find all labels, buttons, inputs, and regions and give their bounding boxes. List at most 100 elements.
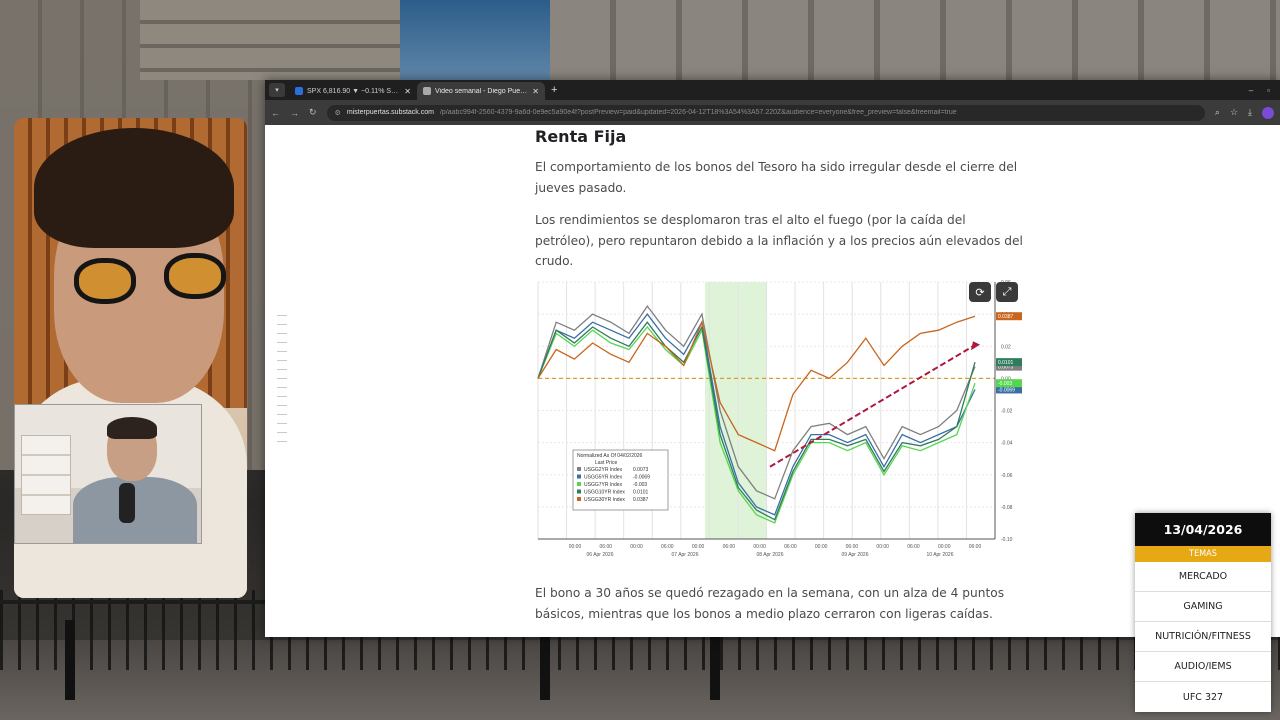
x-tick-label: 00:00 (630, 544, 643, 550)
tab-search-menu-icon[interactable]: ▾ (269, 83, 285, 97)
tab-title: Video semanal - Diego Puertas (435, 87, 529, 95)
legend-value: -0.003 (633, 482, 647, 488)
topics-panel: 13/04/2026 TEMAS MERCADO GAMING NUTRICIÓ… (1135, 513, 1271, 712)
y-tick-label: 0.02 (1001, 344, 1011, 350)
legend-value: -0.0069 (633, 475, 650, 481)
x-date-label: 09 Apr 2026 (842, 552, 869, 558)
x-tick-label: 00:00 (815, 544, 828, 550)
legend-swatch (577, 482, 581, 486)
tab-spx[interactable]: SPX 6,816.90 ▼ −0.11% Sector… ✕ (289, 82, 417, 100)
legend-swatch (577, 467, 581, 471)
refresh-icon[interactable]: ⟳ (969, 282, 991, 302)
x-tick-label: 06:00 (600, 544, 613, 550)
x-tick-label: 06:00 (969, 544, 982, 550)
y-tick-label: -0.10 (1001, 537, 1013, 543)
tab-title: SPX 6,816.90 ▼ −0.11% Sector… (307, 87, 400, 95)
topic-item: UFC 327 (1182, 691, 1224, 703)
download-icon[interactable]: ⤓ (1248, 107, 1252, 118)
section-heading: Renta Fija (535, 127, 627, 146)
legend-value: 0.0101 (633, 490, 649, 496)
topics-label: TEMAS (1135, 546, 1271, 562)
last-value-label: 0.0387 (998, 314, 1014, 320)
window-controls: – ▫ (1249, 86, 1280, 95)
topic-item: AUDIO/IEMS (1135, 652, 1271, 682)
chart-favicon-icon (295, 87, 303, 95)
glasses-lens (74, 258, 136, 304)
back-icon[interactable]: ← (271, 108, 280, 118)
substack-favicon-icon (423, 87, 431, 95)
expand-icon[interactable]: ⤢ (996, 282, 1018, 302)
building-left-upper (140, 0, 410, 80)
article-paragraph: El comportamiento de los bonos del Tesor… (535, 160, 1018, 195)
shelf (21, 435, 71, 515)
legend-value: 0.0387 (633, 497, 649, 503)
new-tab-icon[interactable]: + (551, 84, 557, 96)
chart-background (535, 274, 1030, 559)
topic-item: GAMING (1135, 592, 1271, 622)
legend-swatch (577, 489, 581, 494)
y-tick-label: -0.06 (1001, 473, 1013, 479)
hair (107, 417, 157, 439)
legend-subtitle: Last Price (595, 460, 617, 466)
y-tick-label: -0.08 (1001, 505, 1013, 511)
forward-icon[interactable]: → (290, 108, 299, 118)
x-tick-label: 00:00 (938, 544, 951, 550)
browser-window: ▾ SPX 6,816.90 ▼ −0.11% Sector… ✕ Video … (265, 80, 1280, 637)
x-date-label: 07 Apr 2026 (672, 552, 699, 558)
legend-entry: USGG2YR Index (584, 467, 623, 473)
close-tab-icon[interactable]: ✕ (532, 87, 539, 96)
tab-video-semanal[interactable]: Video semanal - Diego Puertas ✕ (417, 82, 545, 100)
legend-swatch (577, 474, 581, 479)
legend-entry: USGG10YR Index (584, 490, 625, 496)
x-tick-label: 06:00 (846, 544, 859, 550)
hair (34, 128, 234, 248)
x-tick-label: 06:00 (661, 544, 674, 550)
topic-item: NUTRICIÓN/FITNESS (1135, 622, 1271, 652)
last-value-label: 0.0101 (998, 360, 1014, 366)
shirt (73, 477, 197, 543)
minimize-icon[interactable]: – (1249, 86, 1253, 95)
microphone-icon (119, 483, 135, 523)
site-info-icon[interactable]: ⚙ (335, 109, 341, 117)
tab-bar: ▾ SPX 6,816.90 ▼ −0.11% Sector… ✕ Video … (265, 80, 1280, 100)
article: Renta Fija El comportamiento de los bono… (535, 125, 1025, 272)
x-tick-label: 00:00 (692, 544, 705, 550)
legend-entry: USGG7YR Index (584, 482, 623, 488)
legend-swatch (577, 497, 581, 501)
article-paragraph: Los rendimientos se desplomaron tras el … (535, 213, 1023, 268)
zoom-icon[interactable]: ⌕ (1215, 107, 1220, 118)
legend-entry: USGG5YR Index (584, 475, 623, 481)
close-tab-icon[interactable]: ✕ (404, 87, 411, 96)
address-bar: ← → ↻ ⚙ misterpuertas.substack.com/p/aab… (265, 100, 1280, 125)
bollard (65, 620, 75, 700)
x-tick-label: 00:00 (753, 544, 766, 550)
yields-chart: 0.060.040.020.00-0.02-0.04-0.06-0.08-0.1… (535, 274, 1030, 559)
x-tick-label: 06:00 (907, 544, 920, 550)
webcam-guest (14, 404, 202, 544)
x-date-label: 08 Apr 2026 (757, 552, 784, 558)
page-content: Renta Fija El comportamiento de los bono… (265, 125, 1280, 637)
legend-value: 0.0073 (633, 467, 649, 473)
legend-title: Normalized As Of 04/02/2026 (577, 453, 643, 459)
x-tick-label: 00:00 (876, 544, 889, 550)
x-date-label: 06 Apr 2026 (587, 552, 614, 558)
building-right (550, 0, 1280, 80)
y-tick-label: -0.02 (1001, 409, 1013, 415)
y-tick-label: -0.04 (1001, 441, 1013, 447)
topics-date: 13/04/2026 (1135, 513, 1271, 546)
restore-icon[interactable]: ▫ (1267, 86, 1270, 95)
url-field[interactable]: ⚙ misterpuertas.substack.com/p/aabc994f-… (326, 104, 1205, 121)
article-paragraph: El bono a 30 años se quedó rezagado en l… (535, 586, 1005, 621)
last-value-label: -0.0069 (998, 387, 1015, 393)
legend-entry: USGG30YR Index (584, 497, 625, 503)
last-value-label: -0.003 (998, 381, 1012, 387)
url-host: misterpuertas.substack.com (346, 109, 434, 116)
x-tick-label: 06:00 (784, 544, 797, 550)
url-path: /p/aabc994f-2560-4379-9a6d-0e9ec5a90e4f?… (439, 109, 957, 116)
profile-avatar[interactable] (1262, 106, 1274, 119)
reload-icon[interactable]: ↻ (309, 107, 317, 118)
glasses-lens (164, 253, 226, 299)
address-bar-icons: ⌕ ☆ ⤓ (1215, 106, 1274, 119)
topic-item: MERCADO (1135, 562, 1271, 592)
bookmark-star-icon[interactable]: ☆ (1230, 107, 1238, 118)
